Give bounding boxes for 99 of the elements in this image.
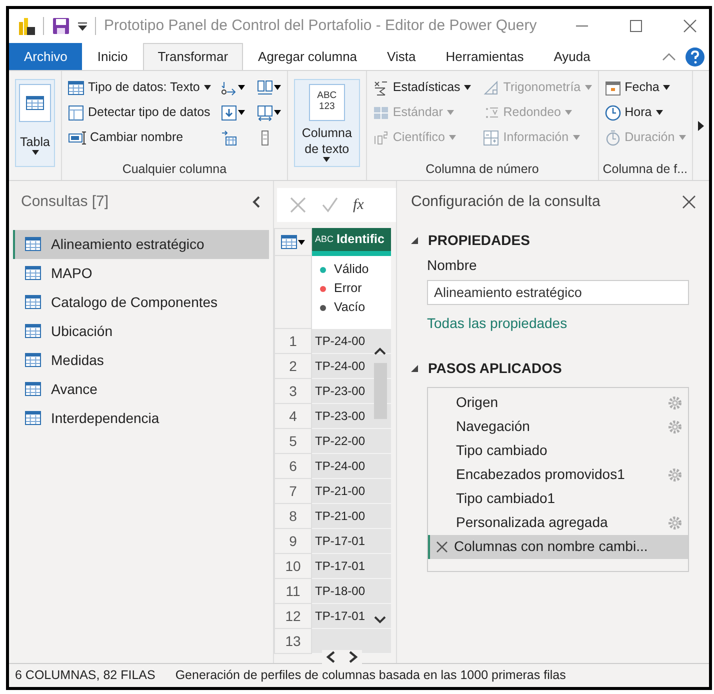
section-heading: PROPIEDADES	[428, 230, 530, 250]
table-cell: TP-21-00	[312, 479, 391, 504]
app-logo-icon	[17, 16, 35, 36]
name-field[interactable]: Alineamiento estratégico	[427, 280, 689, 304]
collapse-pane-icon[interactable]	[251, 196, 261, 208]
applied-step[interactable]: Columnas con nombre cambi...	[428, 534, 688, 558]
table-icon	[25, 324, 41, 338]
column-header[interactable]: ABC Identific	[312, 228, 391, 256]
help-icon[interactable]	[685, 46, 705, 66]
customize-dropdown-icon[interactable]	[78, 22, 87, 30]
table-cell: TP-23-00	[312, 404, 391, 429]
ribbon-button[interactable]: Hora	[602, 100, 688, 125]
section-heading: PASOS APLICADOS	[428, 358, 562, 378]
table-cell: TP-24-00	[312, 454, 391, 479]
quality-label: Error	[334, 280, 362, 297]
query-item[interactable]: Avance	[13, 374, 269, 404]
field-label: Nombre	[427, 256, 477, 272]
caret-icon	[298, 240, 305, 244]
calculator-icon	[372, 104, 389, 120]
ribbon-tab[interactable]: Transformar	[142, 43, 244, 70]
table-icon	[25, 382, 41, 396]
table-icon	[25, 353, 41, 367]
ribbon-button[interactable]: Estadísticas	[370, 75, 474, 100]
rounding-icon	[483, 104, 500, 120]
ribbon-button[interactable]: Cambiar nombre	[66, 125, 213, 150]
table-icon	[281, 235, 297, 249]
ribbon-button[interactable]: Fecha	[602, 75, 688, 100]
table-cell: TP-17-01	[312, 554, 391, 579]
table-arrow-icon	[220, 130, 237, 146]
info-table-icon	[483, 130, 500, 146]
split-column-icon	[256, 104, 273, 120]
ribbon-button[interactable]: ABC 123 Columna de texto	[294, 79, 360, 167]
ribbon-tab[interactable]: Ayuda	[538, 43, 606, 70]
fx-label[interactable]: fx	[353, 194, 364, 216]
table-icon	[25, 295, 41, 309]
query-item[interactable]: Ubicación	[13, 316, 269, 346]
detect-type-icon	[68, 104, 84, 120]
status-text: Generación de perfiles de columnas basada en las 1000 primeras filas	[175, 667, 566, 684]
query-item[interactable]: MAPO	[13, 258, 269, 288]
quality-label: Válido	[334, 261, 369, 278]
ribbon-button[interactable]: Detectar tipo de datos	[66, 100, 213, 125]
delete-icon[interactable]	[436, 540, 448, 552]
ribbon-tab[interactable]: Vista	[372, 43, 431, 70]
status-text: 6 COLUMNAS, 82 FILAS	[15, 667, 156, 684]
query-item[interactable]: Medidas	[13, 346, 269, 374]
applied-step[interactable]: Encabezados promovidos1	[428, 462, 688, 486]
number-order-icon	[220, 80, 237, 96]
text-type-icon: ABC	[315, 232, 334, 246]
sigma-icon	[372, 80, 389, 96]
scroll-right-icon[interactable]	[697, 120, 705, 130]
table-icon	[25, 411, 41, 425]
check-icon[interactable]	[321, 196, 339, 214]
collapse-triangle-icon[interactable]	[411, 236, 418, 244]
triangle-icon	[483, 80, 500, 96]
query-item[interactable]: Interdependencia	[13, 404, 269, 432]
applied-step[interactable]: Personalizada agregada	[428, 510, 688, 534]
exponent-icon	[372, 130, 389, 146]
table-cell: TP-21-00	[312, 504, 391, 529]
quality-label: Vacío	[334, 299, 366, 316]
ribbon-button[interactable]: Tipo de datos: Texto	[66, 75, 213, 100]
save-icon[interactable]	[52, 17, 70, 35]
table-menu-button[interactable]	[279, 235, 307, 249]
table-cell: TP-18-00	[312, 579, 391, 604]
text-column-icon: ABC 123	[308, 84, 345, 120]
query-item[interactable]: Catalogo de Componentes	[13, 288, 269, 316]
applied-step[interactable]: Navegación	[428, 414, 688, 438]
table-icon	[26, 96, 44, 110]
calendar-icon	[604, 80, 621, 96]
window-title: Prototipo Panel de Control del Portafolio - Editor de Power Query	[104, 16, 537, 36]
pane-title: Configuración de la consulta	[411, 192, 600, 212]
applied-step[interactable]: Tipo cambiado1	[428, 486, 688, 510]
file-tab[interactable]: Archivo	[9, 43, 82, 70]
ribbon-tab[interactable]: Herramientas	[430, 43, 539, 70]
detect-type-icon	[220, 104, 237, 120]
table-icon	[25, 237, 41, 251]
collapse-triangle-icon[interactable]	[411, 364, 418, 372]
table-cell: TP-22-00	[312, 429, 391, 454]
group-label: Columna de f...	[602, 161, 688, 178]
table-icon	[68, 80, 84, 94]
rename-icon	[68, 130, 86, 146]
table-cell: TP-17-01	[312, 529, 391, 554]
applied-step[interactable]: Origen	[428, 390, 688, 414]
ribbon-button[interactable]: Tabla	[15, 79, 55, 167]
table-cell: TP-24-00	[312, 329, 391, 354]
group-label: Columna de número	[424, 161, 540, 178]
group-label: Cualquier columna	[121, 161, 228, 178]
clock-icon	[604, 104, 621, 120]
ribbon-tab[interactable]: Agregar columna	[243, 43, 372, 70]
all-properties-link[interactable]: Todas las propiedades	[427, 314, 568, 330]
ribbon-tab[interactable]: Inicio	[82, 43, 143, 70]
table-icon	[25, 266, 41, 280]
vertical-scrollbar[interactable]	[373, 345, 387, 625]
close-icon[interactable]	[681, 194, 697, 210]
pane-title: Consultas [7]	[21, 192, 109, 212]
stopwatch-icon	[604, 130, 621, 146]
column-move-icon	[256, 80, 273, 96]
applied-step[interactable]: Tipo cambiado	[428, 438, 688, 462]
table-cell: TP-17-01	[312, 604, 391, 629]
query-item[interactable]: Alineamiento estratégico	[13, 230, 269, 258]
